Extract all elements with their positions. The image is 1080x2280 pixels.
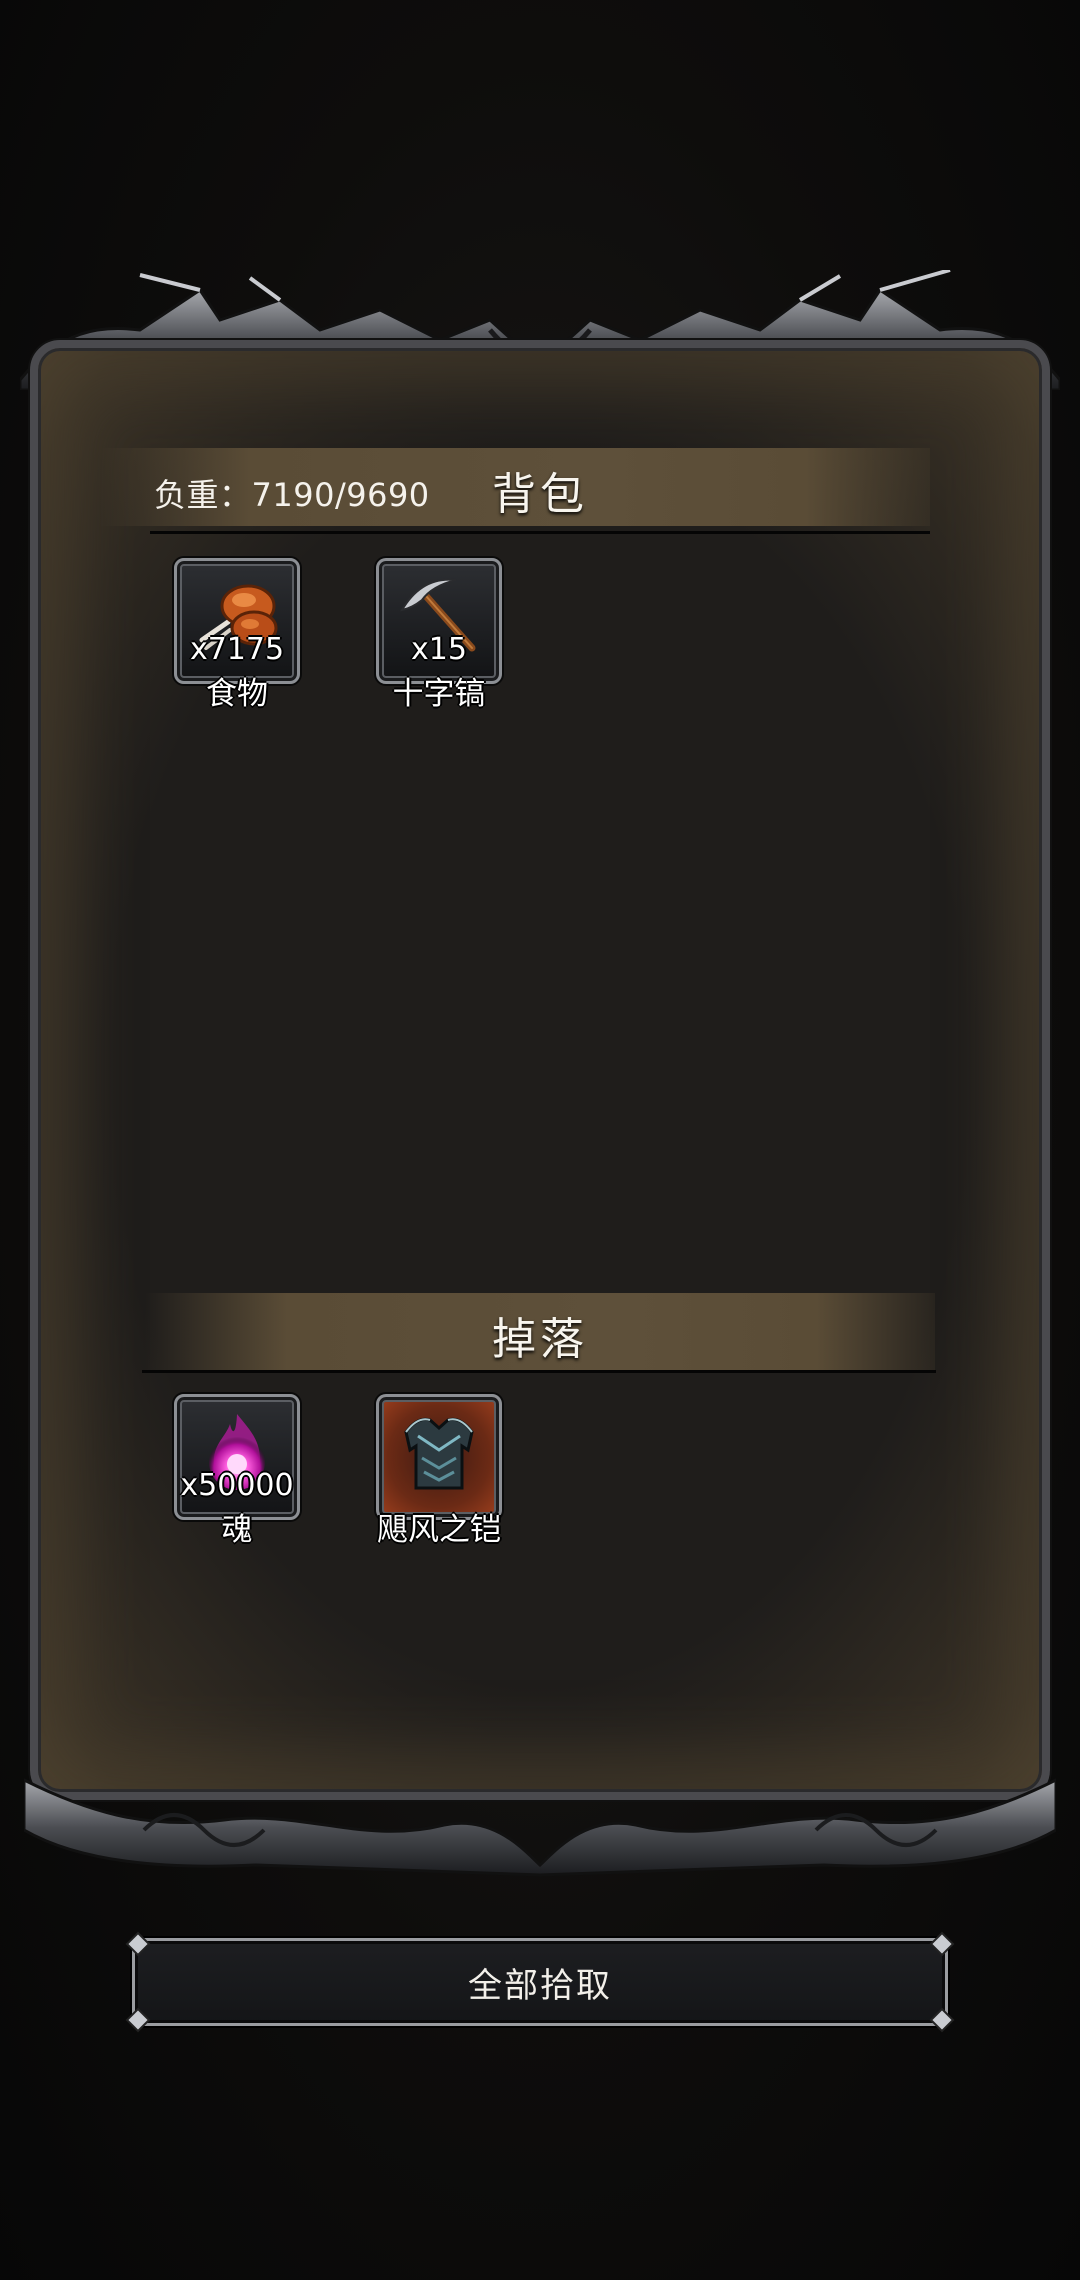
ornate-frame-bottom bbox=[24, 1778, 1056, 1877]
divider bbox=[142, 1370, 936, 1373]
collect-all-label: 全部拾取 bbox=[468, 1965, 612, 2006]
collect-all-button[interactable]: 全部拾取 bbox=[125, 1931, 955, 2033]
item-name: 十字镐 bbox=[392, 676, 486, 712]
drop-item-soul[interactable]: x50000 魂 bbox=[174, 1394, 300, 1548]
weight-capacity: 负重：7190/9690 bbox=[154, 476, 430, 514]
inventory-panel bbox=[20, 270, 1060, 1877]
drop-item-armor[interactable]: 飓风之铠 bbox=[376, 1394, 502, 1548]
armor-icon bbox=[404, 1417, 474, 1490]
item-name: 食物 bbox=[206, 676, 268, 712]
bag-item-pickaxe[interactable]: x15 十字镐 bbox=[376, 558, 502, 712]
drops-title: 掉落 bbox=[492, 1314, 588, 1365]
item-count: x15 bbox=[411, 632, 467, 667]
bag-item-food[interactable]: x7175 食物 bbox=[174, 558, 300, 712]
item-count: x50000 bbox=[180, 1468, 294, 1503]
item-name: 飓风之铠 bbox=[377, 1512, 501, 1548]
item-count: x7175 bbox=[189, 632, 285, 667]
bag-title: 背包 bbox=[492, 469, 588, 520]
divider bbox=[150, 531, 930, 534]
item-name: 魂 bbox=[221, 1512, 253, 1548]
